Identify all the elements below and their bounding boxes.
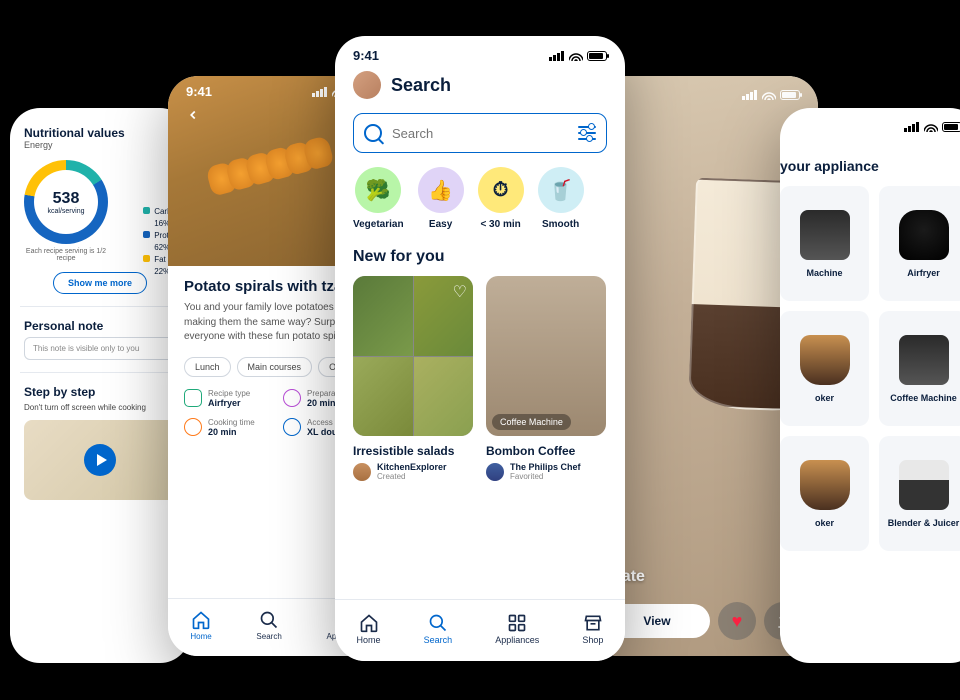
heart-icon[interactable]: ♡ [453,282,467,302]
video-thumbnail[interactable] [24,420,176,500]
tab-home[interactable]: Home [357,613,381,645]
kcal-unit: kcal/serving [48,208,85,215]
recipe-type-icon [184,389,202,407]
serving-note: Each recipe serving is 1/2 recipe [24,248,108,262]
appliance-image [800,210,850,260]
tab-search[interactable]: Search [256,610,281,641]
signal-icon [312,87,328,97]
appliance-image [899,460,949,510]
section-subtitle: Energy [24,140,176,150]
heart-icon: ♥ [732,611,743,632]
nutrition-chart: 538 kcal/serving Carbo16% Protei62% Fat2… [24,160,176,244]
easy-icon: 👍 [418,167,464,213]
signal-icon [549,51,565,61]
cook-time-icon [184,418,202,436]
page-title: your appliance [780,134,960,186]
recipe-card[interactable]: ♡ Irresistible salads KitchenExplorerCre… [353,276,474,481]
wifi-icon [762,90,776,100]
card-image: ♡ [353,276,473,436]
prep-time-icon [283,389,301,407]
smoothie-icon: 🥤 [538,167,584,213]
wifi-icon [924,122,938,132]
tab-home[interactable]: Home [190,610,211,641]
tag-chip[interactable]: Lunch [184,357,231,377]
appliance-image [800,460,850,510]
home-icon [191,610,211,630]
page-title: Search [391,75,451,96]
recipe-card[interactable]: Coffee Machine Bombon Coffee The Philips… [486,276,607,481]
clock-icon: ⏱ [478,167,524,213]
favorite-button[interactable]: ♥ [718,602,756,640]
donut-chart: 538 kcal/serving [24,160,108,244]
divider [20,372,180,373]
appliance-image [800,335,850,385]
play-icon[interactable] [84,444,116,476]
status-time: 9:41 [186,84,212,99]
appliance-card[interactable]: Airfryer [879,186,960,301]
filter-30min[interactable]: ⏱< 30 min [478,167,524,230]
tab-search[interactable]: Search [424,613,453,645]
filter-vegetarian[interactable]: 🥦Vegetarian [353,167,404,230]
filter-easy[interactable]: 👍Easy [418,167,464,230]
filter-row: 🥦Vegetarian 👍Easy ⏱< 30 min 🥤Smooth [335,167,625,230]
battery-icon [780,90,800,100]
divider [20,306,180,307]
show-more-button[interactable]: Show me more [53,272,147,294]
signal-icon [904,122,920,132]
search-icon [428,613,448,633]
card-title: Irresistible salads [353,444,474,458]
home-icon [359,613,379,633]
tab-bar: Home Search Appliances Shop [335,599,625,661]
tab-shop[interactable]: Shop [582,613,603,645]
author-avatar [486,463,504,481]
section-title: Nutritional values [24,126,176,140]
back-icon[interactable] [182,104,204,126]
screen-nutrition: Nutritional values Energy 538 kcal/servi… [10,108,190,663]
appliance-image [899,335,949,385]
tag-chip[interactable]: Main courses [237,357,313,377]
appliance-card[interactable]: Coffee Machine [879,311,960,426]
feature-title: y late [604,568,802,586]
appliance-card[interactable]: oker [780,311,869,426]
step-hint: Don't turn off screen while cooking [24,403,176,412]
section-title: New for you [335,230,625,276]
filter-icon[interactable] [578,126,596,140]
tab-appliances[interactable]: Appliances [495,613,539,645]
grid-icon [507,613,527,633]
search-icon [364,124,382,142]
search-icon [259,610,279,630]
appliance-card[interactable]: Machine [780,186,869,301]
appliance-card[interactable]: oker [780,436,869,551]
card-title: Bombon Coffee [486,444,607,458]
battery-icon [942,122,960,132]
filter-smoothie[interactable]: 🥤Smooth [538,167,584,230]
accessory-icon [283,418,301,436]
swatch-icon [143,231,150,238]
appliance-card[interactable]: Blender & Juicer [879,436,960,551]
section-title: Step by step [24,385,176,399]
battery-icon [587,51,607,61]
vegetarian-icon: 🥦 [355,167,401,213]
card-badge: Coffee Machine [492,414,571,430]
kcal-value: 538 [53,190,80,208]
swatch-icon [143,207,150,214]
swatch-icon [143,255,150,262]
search-input[interactable] [392,126,568,141]
signal-icon [742,90,758,100]
search-box[interactable] [353,113,607,153]
author-avatar [353,463,371,481]
card-image: Coffee Machine [486,276,606,436]
personal-note-input[interactable]: This note is visible only to you [24,337,176,360]
status-time: 9:41 [353,48,379,63]
section-title: Personal note [24,319,176,333]
avatar[interactable] [353,71,381,99]
appliance-image [899,210,949,260]
screen-search: 9:41 Search 🥦Vegetarian 👍Easy ⏱< 30 min … [335,36,625,661]
screen-appliances: your appliance Machine Airfryer oker Cof… [780,108,960,663]
wifi-icon [569,51,583,61]
shop-icon [583,613,603,633]
